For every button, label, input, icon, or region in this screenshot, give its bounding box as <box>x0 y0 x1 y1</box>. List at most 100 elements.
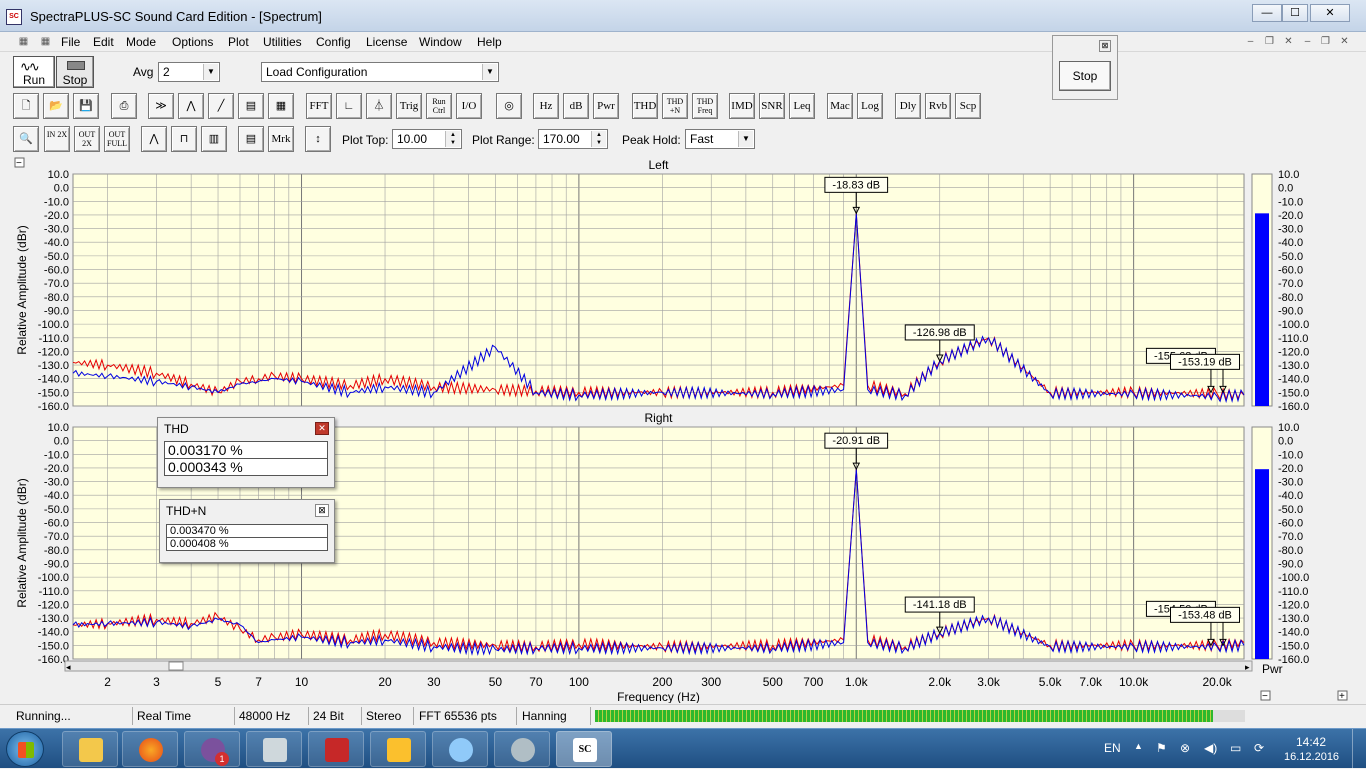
language-indicator[interactable]: EN <box>1104 741 1121 755</box>
menu-file[interactable]: File <box>61 35 80 49</box>
sine-circle-icon[interactable]: ◎ <box>496 93 522 119</box>
line-plot-icon[interactable]: ⋀ <box>141 126 167 152</box>
octave-icon[interactable]: ⊓ <box>171 126 197 152</box>
menu-options[interactable]: Options <box>172 35 213 49</box>
spectraplus-task[interactable]: SC <box>556 731 612 767</box>
app-task-red[interactable] <box>308 731 364 767</box>
db-button[interactable]: dB <box>563 93 589 119</box>
mdi2-restore-button[interactable]: ❐ <box>1318 35 1333 48</box>
display-icon[interactable]: ▭ <box>1230 741 1241 755</box>
minimize-button[interactable]: — <box>1252 4 1282 22</box>
run-ctrl-button[interactable]: Run Ctrl <box>426 93 452 119</box>
start-button[interactable] <box>6 731 44 767</box>
network-x-icon[interactable]: ⊗ <box>1180 741 1190 755</box>
mdi2-minimize-button[interactable]: – <box>1300 35 1315 48</box>
bars-icon[interactable]: ▥ <box>201 126 227 152</box>
plot-top-input[interactable]: 10.00 ▲ ▼ <box>392 129 462 149</box>
mrk-button[interactable]: Mrk <box>268 126 294 152</box>
stop-square-icon <box>67 61 85 70</box>
close-button[interactable]: ✕ <box>1310 4 1350 22</box>
flag-icon[interactable]: ⚑ <box>1156 741 1167 755</box>
y-tick-label: -60.0 <box>44 518 69 530</box>
plot-range-input[interactable]: 170.00 ▲ ▼ <box>538 129 608 149</box>
snipping-task[interactable] <box>494 731 550 767</box>
new-file-icon[interactable]: 🗋 <box>13 93 39 119</box>
y-tick-label: -150.0 <box>38 387 69 399</box>
level-bar-tick-label: -120.0 <box>1278 346 1309 358</box>
mdi-restore-button[interactable]: ❐ <box>1262 35 1277 48</box>
fft-button[interactable]: FFT <box>306 93 332 119</box>
mdi-minimize-button[interactable]: – <box>1243 35 1258 48</box>
sync-icon[interactable]: ⟳ <box>1254 741 1264 755</box>
explorer-task[interactable] <box>62 731 118 767</box>
thd-freq-button[interactable]: THD Freq <box>692 93 718 119</box>
menu-utilities[interactable]: Utilities <box>263 35 302 49</box>
zoom-out-2x-button[interactable]: OUT 2X <box>74 126 100 152</box>
doc-icon[interactable]: ▦ <box>16 35 31 48</box>
mdi2-close-button[interactable]: ✕ <box>1337 35 1352 48</box>
viber-task[interactable]: 1 <box>184 731 240 767</box>
trig-button[interactable]: Trig <box>396 93 422 119</box>
close-icon[interactable]: ⊠ <box>315 504 329 517</box>
log-button[interactable]: Log <box>857 93 883 119</box>
magnifier-icon[interactable]: 🔍 <box>13 126 39 152</box>
menu-help[interactable]: Help <box>477 35 502 49</box>
avg-select[interactable]: 2 ▼ <box>158 62 220 82</box>
doc-icon-2[interactable]: ▦ <box>38 35 53 48</box>
io-button[interactable]: I/O <box>456 93 482 119</box>
leq-button[interactable]: Leq <box>789 93 815 119</box>
table-icon[interactable]: ▤ <box>238 126 264 152</box>
scale-icon[interactable]: ↕ <box>305 126 331 152</box>
3d-surface-icon[interactable]: ▦ <box>268 93 294 119</box>
snr-button[interactable]: SNR <box>759 93 785 119</box>
volume-icon[interactable]: ◀) <box>1204 741 1217 755</box>
signal-gen-icon[interactable]: ≫ <box>148 93 174 119</box>
menu-edit[interactable]: Edit <box>93 35 114 49</box>
menu-plot[interactable]: Plot <box>228 35 249 49</box>
rvb-button[interactable]: Rvb <box>925 93 951 119</box>
close-icon[interactable]: ⊠ <box>1099 40 1111 52</box>
thdn-button[interactable]: THD +N <box>662 93 688 119</box>
phase-icon[interactable]: ╱ <box>208 93 234 119</box>
tray-arrow-icon[interactable]: ▲ <box>1134 741 1143 751</box>
run-button[interactable]: ∿∿ Run <box>13 56 55 88</box>
spinner-icon[interactable]: ▲ ▼ <box>445 131 460 147</box>
print-icon[interactable]: ⎙ <box>111 93 137 119</box>
scp-button[interactable]: Scp <box>955 93 981 119</box>
pwr-button[interactable]: Pwr <box>593 93 619 119</box>
spectrum-icon[interactable]: ⋀ <box>178 93 204 119</box>
app-task-yellow[interactable] <box>370 731 426 767</box>
thd-window[interactable]: THD ✕ 0.003170 % 0.000343 % <box>157 417 335 488</box>
menu-window[interactable]: Window <box>419 35 462 49</box>
mdi-close-button[interactable]: ✕ <box>1281 35 1296 48</box>
open-folder-icon[interactable]: 📂 <box>43 93 69 119</box>
menu-license[interactable]: License <box>366 35 407 49</box>
hz-button[interactable]: Hz <box>533 93 559 119</box>
stop-button-toolbar[interactable]: Stop <box>56 56 94 88</box>
axis-icon[interactable]: ∟ <box>336 93 362 119</box>
zoom-in-2x-button[interactable]: IN 2X <box>44 126 70 152</box>
maximize-button[interactable]: ☐ <box>1282 4 1308 22</box>
imd-button[interactable]: IMD <box>729 93 755 119</box>
config-select[interactable]: Load Configuration ▼ <box>261 62 499 82</box>
stop-button[interactable]: Stop <box>1059 61 1111 91</box>
paint-task[interactable] <box>432 731 488 767</box>
calculator-task[interactable] <box>246 731 302 767</box>
clock-date[interactable]: 16.12.2016 <box>1284 751 1339 763</box>
close-icon[interactable]: ✕ <box>315 422 329 435</box>
menu-mode[interactable]: Mode <box>126 35 156 49</box>
dly-button[interactable]: Dly <box>895 93 921 119</box>
mac-button[interactable]: Mac <box>827 93 853 119</box>
menu-config[interactable]: Config <box>316 35 351 49</box>
peak-hold-select[interactable]: Fast ▼ <box>685 129 755 149</box>
save-icon[interactable]: 💾 <box>73 93 99 119</box>
zoom-out-full-button[interactable]: OUT FULL <box>104 126 130 152</box>
spinner-icon[interactable]: ▲ ▼ <box>591 131 606 147</box>
show-desktop-button[interactable] <box>1352 729 1366 769</box>
trigger-icon[interactable]: ⏃ <box>366 93 392 119</box>
thd-button[interactable]: THD <box>632 93 658 119</box>
spectrogram-icon[interactable]: ▤ <box>238 93 264 119</box>
clock-time[interactable]: 14:42 <box>1296 735 1326 749</box>
firefox-task[interactable] <box>122 731 178 767</box>
thdn-window[interactable]: THD+N ⊠ 0.003470 % 0.000408 % <box>159 499 335 563</box>
